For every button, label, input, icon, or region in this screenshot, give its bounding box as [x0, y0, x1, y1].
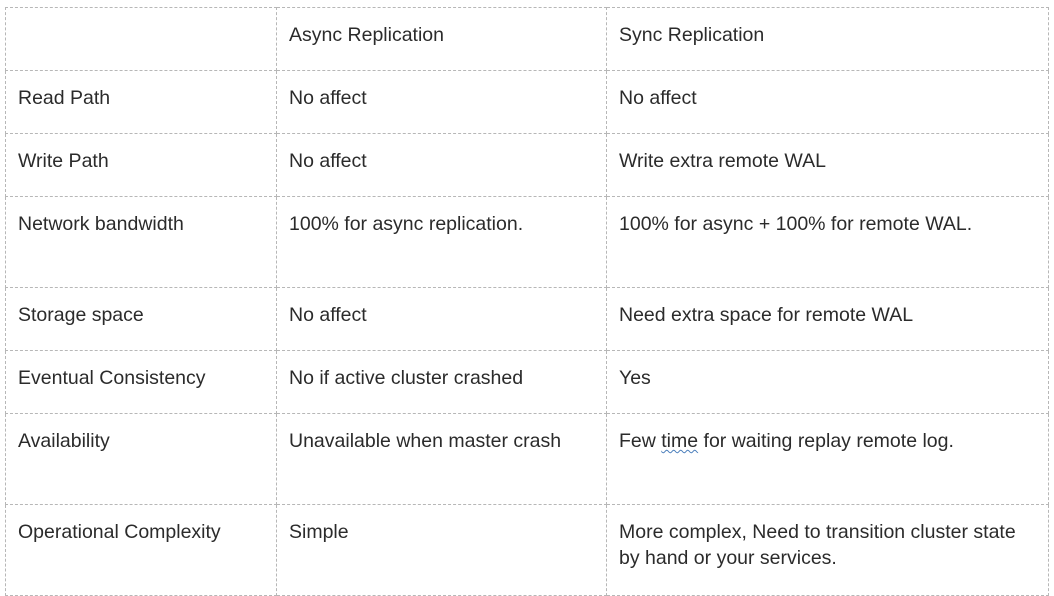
row-sync-value: Yes	[619, 367, 651, 389]
row-async-value: No affect	[289, 304, 367, 326]
row-attribute-cell: Storage space	[5, 287, 277, 351]
row-async-value: Unavailable when master crash	[289, 430, 562, 452]
row-attribute-label: Write Path	[18, 150, 109, 172]
row-sync-value: More complex, Need to transition cluster…	[619, 521, 1016, 570]
column-header-sync: Sync Replication	[606, 7, 1049, 71]
row-sync-value: Write extra remote WAL	[619, 150, 826, 172]
header-corner-cell	[5, 7, 277, 71]
table-row: Eventual Consistency No if active cluste…	[5, 350, 1049, 414]
row-attribute-cell: Network bandwidth	[5, 196, 277, 288]
row-attribute-label: Storage space	[18, 304, 144, 326]
row-sync-cell: No affect	[606, 70, 1049, 134]
table-row: Operational Complexity Simple More compl…	[5, 504, 1049, 596]
row-sync-value: No affect	[619, 87, 697, 109]
row-sync-cell: Need extra space for remote WAL	[606, 287, 1049, 351]
sync-text-suffix: for waiting replay remote log.	[698, 430, 954, 452]
table-row: Write Path No affect Write extra remote …	[5, 133, 1049, 197]
table-body: Read Path No affect No affect Write Path…	[5, 70, 1049, 596]
page-root: Async Replication Sync Replication Read …	[0, 0, 1054, 596]
table-row: Availability Unavailable when master cra…	[5, 413, 1049, 505]
row-async-value: No affect	[289, 150, 367, 172]
row-sync-cell: Yes	[606, 350, 1049, 414]
row-attribute-label: Eventual Consistency	[18, 367, 206, 389]
table-header-row: Async Replication Sync Replication	[5, 7, 1049, 71]
row-async-cell: Unavailable when master crash	[276, 413, 607, 505]
row-async-value: No if active cluster crashed	[289, 367, 524, 389]
column-header-async: Async Replication	[276, 7, 607, 71]
row-async-value: No affect	[289, 87, 367, 109]
table-row: Network bandwidth 100% for async replica…	[5, 196, 1049, 288]
row-attribute-cell: Write Path	[5, 133, 277, 197]
row-sync-cell: Write extra remote WAL	[606, 133, 1049, 197]
column-header-sync-label: Sync Replication	[619, 24, 765, 46]
row-async-cell: No affect	[276, 133, 607, 197]
row-sync-value: Need extra space for remote WAL	[619, 304, 914, 326]
row-attribute-cell: Availability	[5, 413, 277, 505]
row-sync-cell: 100% for async + 100% for remote WAL.	[606, 196, 1049, 288]
table-row: Read Path No affect No affect	[5, 70, 1049, 134]
row-async-cell: 100% for async replication.	[276, 196, 607, 288]
row-sync-value: 100% for async + 100% for remote WAL.	[619, 213, 973, 235]
row-async-value: 100% for async replication.	[289, 213, 524, 235]
row-attribute-label: Read Path	[18, 87, 111, 109]
row-async-cell: Simple	[276, 504, 607, 596]
row-async-cell: No if active cluster crashed	[276, 350, 607, 414]
sync-text-prefix: Few	[619, 430, 662, 452]
row-attribute-cell: Eventual Consistency	[5, 350, 277, 414]
row-async-cell: No affect	[276, 287, 607, 351]
row-async-value: Simple	[289, 521, 349, 543]
row-attribute-label: Network bandwidth	[18, 213, 184, 235]
row-attribute-label: Availability	[18, 430, 110, 452]
row-sync-cell: More complex, Need to transition cluster…	[606, 504, 1049, 596]
row-async-cell: No affect	[276, 70, 607, 134]
row-attribute-cell: Operational Complexity	[5, 504, 277, 596]
column-header-async-label: Async Replication	[289, 24, 444, 46]
row-attribute-label: Operational Complexity	[18, 521, 221, 543]
table-header: Async Replication Sync Replication	[5, 7, 1049, 71]
row-attribute-cell: Read Path	[5, 70, 277, 134]
row-sync-value-rich: Few time for waiting replay remote log.	[619, 428, 1036, 454]
table-row: Storage space No affect Need extra space…	[5, 287, 1049, 351]
spellcheck-misspelled-word[interactable]: time	[661, 430, 698, 452]
comparison-table: Async Replication Sync Replication Read …	[5, 7, 1049, 596]
row-sync-cell: Few time for waiting replay remote log.	[606, 413, 1049, 505]
